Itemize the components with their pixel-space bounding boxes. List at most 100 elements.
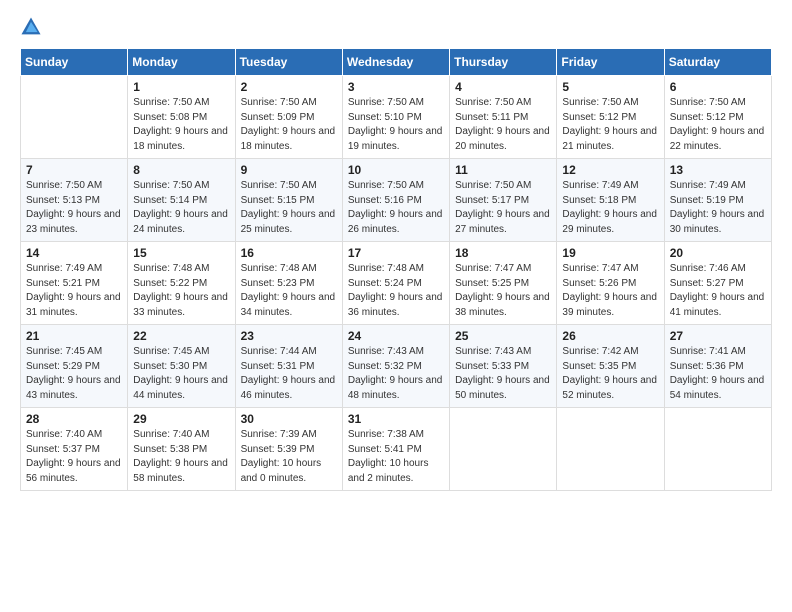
weekday-header: Sunday <box>21 49 128 76</box>
calendar-cell: 24Sunrise: 7:43 AMSunset: 5:32 PMDayligh… <box>342 325 449 408</box>
calendar-cell: 5Sunrise: 7:50 AMSunset: 5:12 PMDaylight… <box>557 76 664 159</box>
day-info: Sunrise: 7:39 AMSunset: 5:39 PMDaylight:… <box>241 428 337 486</box>
day-number: 10 <box>348 163 444 177</box>
day-info: Sunrise: 7:40 AMSunset: 5:37 PMDaylight:… <box>26 428 122 486</box>
day-info: Sunrise: 7:49 AMSunset: 5:18 PMDaylight:… <box>562 179 658 237</box>
calendar-cell <box>664 408 771 491</box>
calendar-cell: 23 Sunrise: 7:44 AMSunset: 5:31 PMDayligh… <box>235 325 342 408</box>
calendar-cell: 18 Sunrise: 7:47 AMSunset: 5:25 PMDayligh… <box>450 242 557 325</box>
day-info: Sunrise: 7:48 AMSunset: 5:22 PMDaylight:… <box>133 262 229 320</box>
day-number: 21 <box>26 329 122 343</box>
day-number: 2 <box>241 80 337 94</box>
weekday-header: Tuesday <box>235 49 342 76</box>
day-number: 18 <box>455 246 551 260</box>
day-number: 4 <box>455 80 551 94</box>
day-number: 3 <box>348 80 444 94</box>
day-info: Sunrise: 7:50 AMSunset: 5:12 PMDaylight:… <box>670 96 766 154</box>
calendar-cell: 1 Sunrise: 7:50 AMSunset: 5:08 PMDaylight… <box>128 76 235 159</box>
day-info: Sunrise: 7:50 AMSunset: 5:13 PMDaylight:… <box>26 179 122 237</box>
day-number: 23 <box>241 329 337 343</box>
calendar-cell: 15 Sunrise: 7:48 AMSunset: 5:22 PMDayligh… <box>128 242 235 325</box>
day-number: 28 <box>26 412 122 426</box>
calendar-cell: 12 Sunrise: 7:49 AMSunset: 5:18 PMDayligh… <box>557 159 664 242</box>
calendar-cell: 14 Sunrise: 7:49 AMSunset: 5:21 PMDayligh… <box>21 242 128 325</box>
weekday-header: Wednesday <box>342 49 449 76</box>
calendar-week-row: 7 Sunrise: 7:50 AMSunset: 5:13 PMDaylight… <box>21 159 772 242</box>
day-number: 30 <box>241 412 337 426</box>
day-info: Sunrise: 7:38 AMSunset: 5:41 PMDaylight:… <box>348 428 444 486</box>
calendar-cell: 10 Sunrise: 7:50 AMSunset: 5:16 PMDayligh… <box>342 159 449 242</box>
calendar-week-row: 21 Sunrise: 7:45 AMSunset: 5:29 PMDayligh… <box>21 325 772 408</box>
day-info: Sunrise: 7:48 AMSunset: 5:24 PMDaylight:… <box>348 262 444 320</box>
day-number: 12 <box>562 163 658 177</box>
calendar-cell: 16Sunrise: 7:48 AMSunset: 5:23 PMDayligh… <box>235 242 342 325</box>
day-number: 25 <box>455 329 551 343</box>
calendar-cell: 21 Sunrise: 7:45 AMSunset: 5:29 PMDayligh… <box>21 325 128 408</box>
day-number: 27 <box>670 329 766 343</box>
day-number: 7 <box>26 163 122 177</box>
calendar-cell: 25 Sunrise: 7:43 AMSunset: 5:33 PMDayligh… <box>450 325 557 408</box>
day-number: 1 <box>133 80 229 94</box>
day-info: Sunrise: 7:44 AMSunset: 5:31 PMDaylight:… <box>241 345 337 403</box>
day-number: 31 <box>348 412 444 426</box>
day-number: 17 <box>348 246 444 260</box>
calendar-cell: 30 Sunrise: 7:39 AMSunset: 5:39 PMDayligh… <box>235 408 342 491</box>
day-info: Sunrise: 7:43 AMSunset: 5:32 PMDaylight:… <box>348 345 444 403</box>
calendar-cell: 28 Sunrise: 7:40 AMSunset: 5:37 PMDayligh… <box>21 408 128 491</box>
day-info: Sunrise: 7:50 AMSunset: 5:11 PMDaylight:… <box>455 96 551 154</box>
weekday-header: Thursday <box>450 49 557 76</box>
calendar-cell: 7 Sunrise: 7:50 AMSunset: 5:13 PMDaylight… <box>21 159 128 242</box>
calendar-week-row: 28 Sunrise: 7:40 AMSunset: 5:37 PMDayligh… <box>21 408 772 491</box>
day-info: Sunrise: 7:47 AMSunset: 5:25 PMDaylight:… <box>455 262 551 320</box>
day-info: Sunrise: 7:50 AMSunset: 5:12 PMDaylight:… <box>562 96 658 154</box>
day-info: Sunrise: 7:50 AMSunset: 5:08 PMDaylight:… <box>133 96 229 154</box>
calendar-table: SundayMondayTuesdayWednesdayThursdayFrid… <box>20 48 772 491</box>
calendar-cell: 17 Sunrise: 7:48 AMSunset: 5:24 PMDayligh… <box>342 242 449 325</box>
day-number: 13 <box>670 163 766 177</box>
page: SundayMondayTuesdayWednesdayThursdayFrid… <box>0 0 792 612</box>
day-info: Sunrise: 7:50 AMSunset: 5:10 PMDaylight:… <box>348 96 444 154</box>
day-number: 14 <box>26 246 122 260</box>
calendar-cell: 13 Sunrise: 7:49 AMSunset: 5:19 PMDayligh… <box>664 159 771 242</box>
day-info: Sunrise: 7:50 AMSunset: 5:16 PMDaylight:… <box>348 179 444 237</box>
day-number: 16 <box>241 246 337 260</box>
calendar-cell: 2 Sunrise: 7:50 AMSunset: 5:09 PMDaylight… <box>235 76 342 159</box>
day-info: Sunrise: 7:50 AMSunset: 5:14 PMDaylight:… <box>133 179 229 237</box>
calendar-cell: 20 Sunrise: 7:46 AMSunset: 5:27 PMDayligh… <box>664 242 771 325</box>
day-info: Sunrise: 7:40 AMSunset: 5:38 PMDaylight:… <box>133 428 229 486</box>
day-info: Sunrise: 7:50 AMSunset: 5:15 PMDaylight:… <box>241 179 337 237</box>
day-number: 11 <box>455 163 551 177</box>
calendar-cell: 27Sunrise: 7:41 AMSunset: 5:36 PMDayligh… <box>664 325 771 408</box>
day-number: 20 <box>670 246 766 260</box>
logo <box>20 16 44 38</box>
calendar-cell: 3 Sunrise: 7:50 AMSunset: 5:10 PMDaylight… <box>342 76 449 159</box>
day-number: 8 <box>133 163 229 177</box>
day-info: Sunrise: 7:45 AMSunset: 5:30 PMDaylight:… <box>133 345 229 403</box>
day-number: 9 <box>241 163 337 177</box>
day-number: 6 <box>670 80 766 94</box>
day-info: Sunrise: 7:50 AMSunset: 5:09 PMDaylight:… <box>241 96 337 154</box>
calendar-cell: 26Sunrise: 7:42 AMSunset: 5:35 PMDayligh… <box>557 325 664 408</box>
day-info: Sunrise: 7:46 AMSunset: 5:27 PMDaylight:… <box>670 262 766 320</box>
day-number: 15 <box>133 246 229 260</box>
calendar-cell <box>557 408 664 491</box>
day-info: Sunrise: 7:45 AMSunset: 5:29 PMDaylight:… <box>26 345 122 403</box>
day-number: 22 <box>133 329 229 343</box>
day-number: 19 <box>562 246 658 260</box>
header <box>20 16 772 38</box>
calendar-cell: 6 Sunrise: 7:50 AMSunset: 5:12 PMDaylight… <box>664 76 771 159</box>
day-info: Sunrise: 7:49 AMSunset: 5:21 PMDaylight:… <box>26 262 122 320</box>
calendar-cell: 9 Sunrise: 7:50 AMSunset: 5:15 PMDaylight… <box>235 159 342 242</box>
calendar-cell <box>450 408 557 491</box>
calendar-week-row: 1 Sunrise: 7:50 AMSunset: 5:08 PMDaylight… <box>21 76 772 159</box>
day-info: Sunrise: 7:47 AMSunset: 5:26 PMDaylight:… <box>562 262 658 320</box>
calendar-week-row: 14 Sunrise: 7:49 AMSunset: 5:21 PMDayligh… <box>21 242 772 325</box>
weekday-header: Monday <box>128 49 235 76</box>
day-number: 29 <box>133 412 229 426</box>
day-info: Sunrise: 7:50 AMSunset: 5:17 PMDaylight:… <box>455 179 551 237</box>
calendar-cell: 19 Sunrise: 7:47 AMSunset: 5:26 PMDayligh… <box>557 242 664 325</box>
day-info: Sunrise: 7:49 AMSunset: 5:19 PMDaylight:… <box>670 179 766 237</box>
calendar-cell: 8 Sunrise: 7:50 AMSunset: 5:14 PMDaylight… <box>128 159 235 242</box>
day-info: Sunrise: 7:43 AMSunset: 5:33 PMDaylight:… <box>455 345 551 403</box>
calendar-cell: 31 Sunrise: 7:38 AMSunset: 5:41 PMDayligh… <box>342 408 449 491</box>
